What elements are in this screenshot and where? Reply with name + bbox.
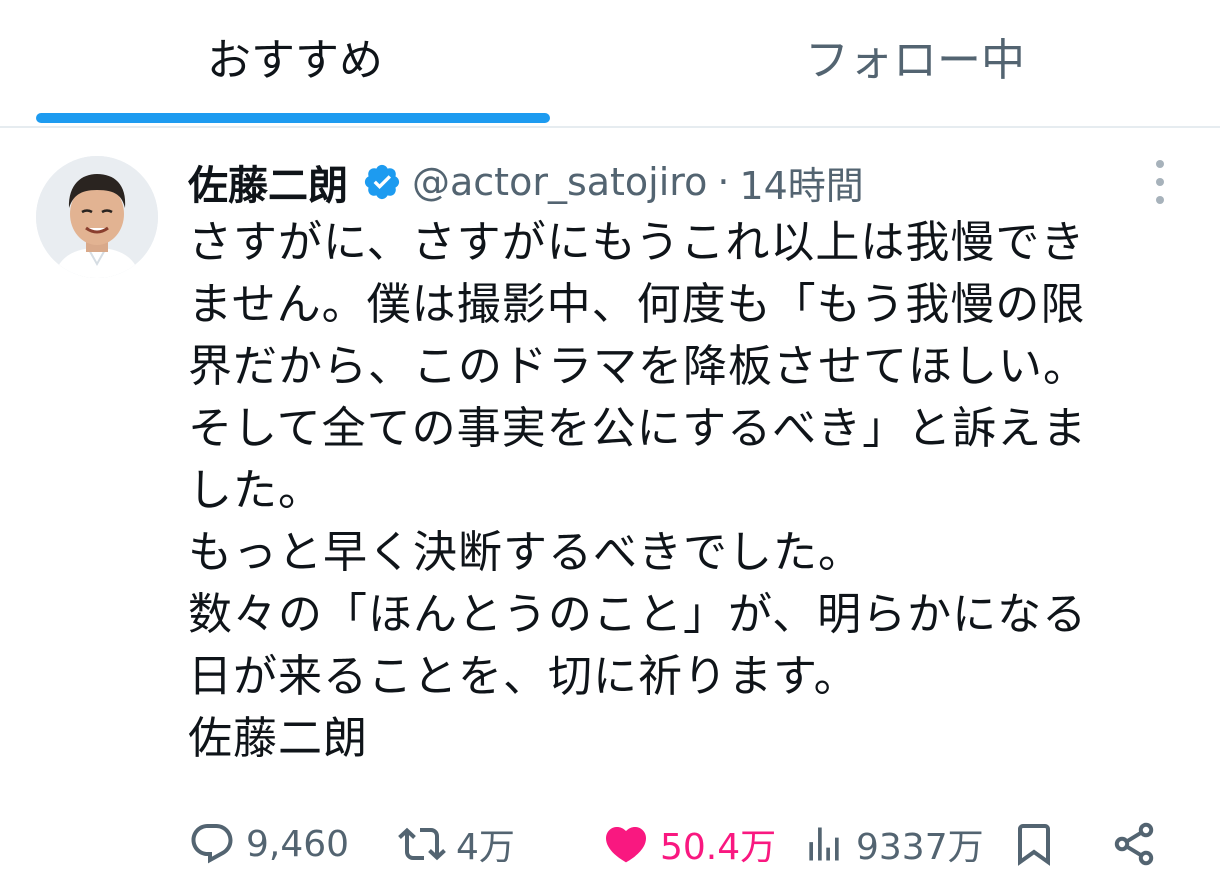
avatar[interactable]	[36, 156, 158, 278]
user-handle[interactable]: @actor_satojiro	[412, 160, 707, 204]
share-button[interactable]	[1110, 808, 1158, 880]
timeline-tabs: おすすめ フォロー中	[0, 0, 1220, 128]
views-button[interactable]: 9337万	[802, 808, 984, 880]
tweet-text-line: 界だから、このドラマを降板させてほしい。	[188, 341, 1088, 392]
tab-following-label: フォロー中	[805, 35, 1025, 86]
active-tab-indicator	[36, 113, 550, 123]
more-options-icon[interactable]	[1147, 160, 1173, 204]
reply-button[interactable]: 9,460	[188, 808, 349, 880]
bookmark-icon	[1010, 820, 1058, 868]
retweet-button[interactable]: 4万	[398, 808, 515, 880]
tweet-text-line: もっと早く決断するべきでした。	[188, 527, 863, 578]
retweet-icon	[398, 820, 446, 868]
reply-count: 9,460	[246, 823, 350, 865]
verified-badge-icon	[362, 162, 402, 202]
share-icon	[1110, 820, 1158, 868]
heart-icon	[602, 820, 650, 868]
tweet-text-line: 日が来ることを、切に祈ります。	[188, 651, 859, 702]
tweet-text-line: 数々の「ほんとうのこと」が、明らかになる	[188, 589, 1088, 640]
tweet-text: さすがに、さすがにもうこれ以上は我慢でき ません。僕は撮影中、何度も「もう我慢の…	[188, 212, 1178, 770]
like-button[interactable]: 50.4万	[602, 808, 776, 880]
timestamp[interactable]: 14時間	[739, 155, 863, 210]
tweet-text-line: さすがに、さすがにもうこれ以上は我慢でき	[188, 217, 1086, 268]
tweet-text-line: ません。僕は撮影中、何度も「もう我慢の限	[188, 279, 1086, 330]
tab-recommended[interactable]: おすすめ	[0, 0, 590, 124]
tab-recommended-label: おすすめ	[207, 35, 383, 86]
reply-icon	[188, 820, 236, 868]
tab-following[interactable]: フォロー中	[610, 0, 1220, 124]
display-name[interactable]: 佐藤二朗	[188, 153, 348, 211]
tweet-actions: 9,460 4万 50.4万 9337万	[188, 808, 1188, 880]
tweet-text-line: 佐藤二朗	[188, 713, 368, 764]
views-count: 9337万	[856, 827, 984, 868]
tweet-text-line: そして全ての事実を公にするべき」と訴えま	[188, 403, 1088, 454]
bookmark-button[interactable]	[1010, 808, 1058, 880]
tweet-text-line: した。	[188, 465, 323, 516]
tweet-header: 佐藤二朗 @actor_satojiro · 14時間	[188, 150, 864, 214]
views-chart-icon	[802, 820, 846, 868]
retweet-count: 4万	[456, 827, 515, 868]
separator-dot: ·	[717, 160, 730, 204]
like-count: 50.4万	[660, 827, 777, 868]
